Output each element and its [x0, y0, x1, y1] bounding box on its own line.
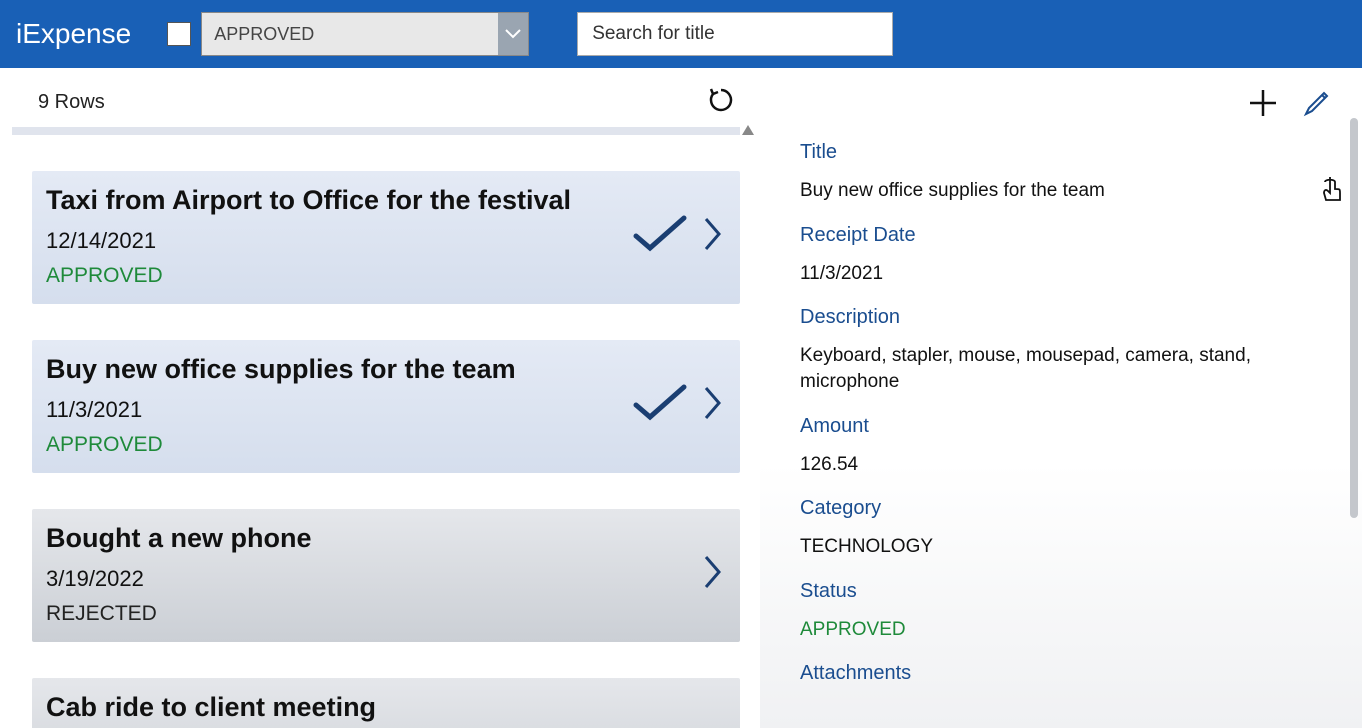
app-header: iExpense APPROVED: [0, 0, 1362, 68]
search-input[interactable]: [577, 12, 893, 56]
expense-title: Taxi from Airport to Office for the fest…: [46, 185, 632, 216]
detail-amount-label: Amount: [800, 415, 1322, 438]
content-area: 9 Rows Taxi from Airport to Office for t…: [0, 68, 1362, 728]
chevron-right-icon[interactable]: [704, 217, 722, 256]
refresh-icon[interactable]: [708, 86, 734, 119]
list-item[interactable]: Taxi from Airport to Office for the fest…: [32, 171, 740, 304]
app-title: iExpense: [16, 18, 131, 50]
filter-checkbox[interactable]: [167, 22, 191, 46]
expense-date: 3/19/2022: [46, 566, 704, 592]
detail-attachments-label: Attachments: [800, 662, 1322, 685]
row-count: 9 Rows: [38, 91, 105, 114]
detail-title-label: Title: [800, 141, 1322, 164]
detail-category-label: Category: [800, 497, 1322, 520]
expense-date: 11/3/2021: [46, 397, 632, 423]
detail-status-value: APPROVED: [800, 617, 1322, 643]
detail-amount-value: 126.54: [800, 452, 1322, 478]
expense-title: Bought a new phone: [46, 523, 704, 554]
cursor-icon: [1322, 176, 1344, 207]
vertical-scrollbar[interactable]: [1350, 118, 1358, 518]
add-icon[interactable]: [1248, 88, 1278, 123]
expense-list-panel: 9 Rows Taxi from Airport to Office for t…: [0, 68, 760, 728]
chevron-right-icon[interactable]: [704, 386, 722, 425]
list-item[interactable]: Cab ride to client meeting: [32, 678, 740, 728]
edit-icon[interactable]: [1302, 88, 1332, 123]
list-item[interactable]: Bought a new phone 3/19/2022 REJECTED: [32, 509, 740, 642]
expense-title: Buy new office supplies for the team: [46, 354, 632, 385]
horizontal-scrollbar[interactable]: [12, 127, 740, 135]
expense-title: Cab ride to client meeting: [46, 692, 722, 723]
expense-status: REJECTED: [46, 602, 704, 626]
chevron-down-icon: [498, 13, 528, 55]
detail-receipt-date-label: Receipt Date: [800, 224, 1322, 247]
expense-date: 12/14/2021: [46, 228, 632, 254]
expense-status: APPROVED: [46, 264, 632, 288]
list-item[interactable]: Buy new office supplies for the team 11/…: [32, 340, 740, 473]
list-header: 9 Rows: [0, 68, 760, 127]
detail-description-label: Description: [800, 306, 1322, 329]
detail-title-value: Buy new office supplies for the team: [800, 178, 1322, 204]
detail-description-value: Keyboard, stapler, mouse, mousepad, came…: [800, 343, 1322, 394]
detail-category-value: TECHNOLOGY: [800, 534, 1322, 560]
expense-status: APPROVED: [46, 433, 632, 457]
detail-panel: Title Buy new office supplies for the te…: [760, 68, 1362, 728]
status-filter-select[interactable]: APPROVED: [201, 12, 529, 56]
chevron-right-icon[interactable]: [704, 555, 722, 594]
checkmark-icon: [632, 383, 688, 428]
checkmark-icon: [632, 214, 688, 259]
status-filter-value: APPROVED: [202, 24, 498, 45]
detail-status-label: Status: [800, 580, 1322, 603]
detail-receipt-date-value: 11/3/2021: [800, 261, 1322, 287]
detail-actions: [800, 88, 1332, 123]
expense-list: Taxi from Airport to Office for the fest…: [0, 171, 760, 728]
